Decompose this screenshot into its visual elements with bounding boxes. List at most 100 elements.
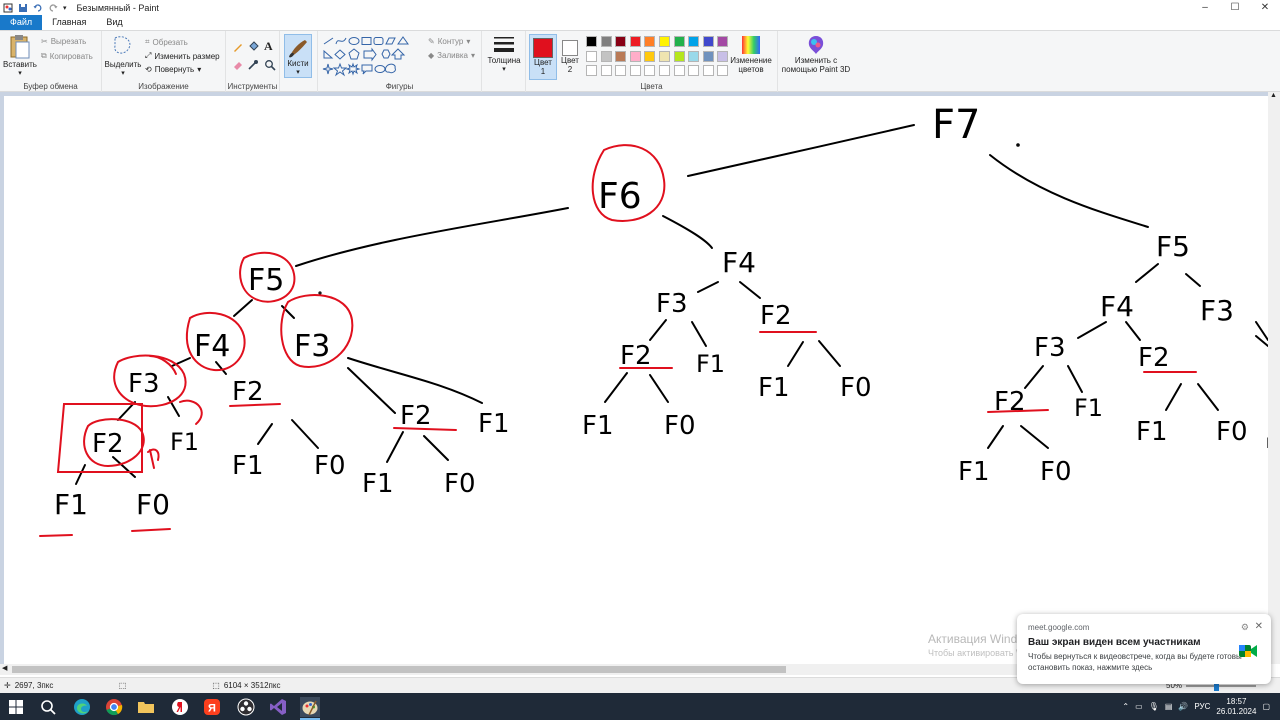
redo-icon[interactable] — [48, 3, 58, 13]
horizontal-scroll-thumb[interactable] — [12, 666, 786, 673]
visual-studio-icon[interactable] — [268, 697, 288, 717]
size-label: Толщина — [487, 56, 521, 65]
palette-swatch-empty[interactable] — [659, 65, 670, 77]
tab-home[interactable]: Главная — [42, 15, 96, 30]
color2-button[interactable]: Цвет 2 — [559, 34, 581, 74]
palette-swatch[interactable] — [629, 36, 641, 47]
palette-swatch[interactable] — [586, 36, 597, 47]
palette-swatch[interactable] — [644, 36, 656, 47]
palette-swatch-empty[interactable] — [702, 65, 714, 77]
select-button[interactable]: Выделить ▾ — [105, 34, 141, 78]
magnifier-icon[interactable] — [264, 59, 276, 71]
microphone-icon[interactable]: 🎙 — [1149, 702, 1159, 711]
screen-share-toast[interactable]: meet.google.com ⚙ ✕ Ваш экран виден всем… — [1017, 614, 1271, 684]
tools-group-label: Инструменты — [227, 82, 278, 91]
yandex-browser-icon[interactable] — [170, 697, 190, 717]
palette-swatch[interactable] — [702, 50, 714, 62]
maximize-button[interactable]: ☐ — [1220, 0, 1250, 15]
cut-button[interactable]: ✂ Вырезать — [41, 37, 86, 46]
palette-swatch[interactable] — [673, 50, 685, 62]
scroll-up-icon[interactable]: ▲ — [1270, 92, 1277, 99]
select-chevron-icon: ▾ — [121, 70, 125, 77]
window-controls: – ☐ ✕ — [1190, 0, 1280, 15]
toast-settings-icon[interactable]: ⚙ — [1241, 622, 1249, 633]
paste-button[interactable]: Вставить ▾ — [3, 34, 37, 78]
palette-swatch-empty[interactable] — [586, 65, 597, 77]
palette-swatch[interactable] — [644, 50, 656, 62]
windows-start-icon[interactable] — [6, 697, 26, 717]
palette-swatch-empty[interactable] — [629, 65, 641, 77]
notifications-icon[interactable]: ▢ — [1262, 702, 1270, 711]
chrome-icon[interactable] — [104, 697, 124, 717]
palette-swatch[interactable] — [659, 50, 670, 62]
obs-icon[interactable] — [236, 697, 256, 717]
vertical-scrollbar[interactable]: ▲ — [1268, 92, 1280, 664]
search-icon[interactable] — [38, 697, 58, 717]
edge-browser-icon[interactable] — [72, 697, 92, 717]
palette-swatch[interactable] — [717, 50, 729, 62]
brushes-button[interactable]: Кисти ▾ — [284, 34, 312, 78]
volume-icon[interactable]: 🔊 — [1178, 702, 1188, 711]
color-picker-icon[interactable] — [247, 59, 259, 71]
undo-icon[interactable] — [33, 3, 43, 13]
crop-button[interactable]: ⌗ Обрезать — [145, 37, 188, 47]
label-f0-e: F0 — [840, 373, 872, 403]
file-explorer-icon[interactable] — [136, 697, 156, 717]
color1-button[interactable]: Цвет 1 — [529, 34, 557, 80]
palette-swatch[interactable] — [629, 50, 641, 62]
resize-button[interactable]: ⤢ Изменить размер — [145, 51, 220, 61]
zoom-slider[interactable] — [1186, 681, 1256, 691]
clock[interactable]: 18:57 26.01.2024 — [1216, 697, 1256, 717]
scroll-left-icon[interactable]: ◀ — [2, 664, 7, 672]
palette-swatch[interactable] — [615, 36, 627, 47]
palette-swatch[interactable] — [688, 50, 700, 62]
palette-swatch-empty[interactable] — [615, 65, 627, 77]
palette-swatch[interactable] — [600, 50, 612, 62]
pencil-icon[interactable] — [232, 41, 244, 53]
network-icon[interactable]: ▤ — [1165, 702, 1173, 711]
text-tool-icon[interactable]: A — [264, 39, 273, 54]
outline-button[interactable]: ✎ Контур ▾ — [428, 37, 470, 46]
palette-swatch[interactable] — [586, 50, 597, 62]
size-button[interactable]: Толщина ▾ — [486, 34, 522, 74]
palette-swatch-empty[interactable] — [600, 65, 612, 77]
palette-swatch[interactable] — [688, 36, 700, 47]
shapes-gallery[interactable] — [322, 36, 422, 78]
label-f1-h: F1 — [758, 373, 790, 403]
copy-button[interactable]: ⧉ Копировать — [41, 51, 93, 61]
qa-customize-chevron-icon[interactable]: ▾ — [63, 4, 67, 12]
tab-file[interactable]: Файл — [0, 15, 43, 30]
tab-view[interactable]: Вид — [96, 15, 132, 30]
palette-swatch[interactable] — [673, 36, 685, 47]
tray-chevron-up-icon[interactable]: ⌃ — [1122, 702, 1129, 711]
battery-icon[interactable]: ▭ — [1135, 702, 1143, 711]
fill-button[interactable]: ◆ Заливка ▾ — [428, 51, 475, 60]
palette-swatch[interactable] — [600, 36, 612, 47]
palette-swatch[interactable] — [659, 36, 670, 47]
close-button[interactable]: ✕ — [1250, 0, 1280, 15]
rotate-icon: ⟲ — [145, 65, 152, 74]
edit-colors-button[interactable]: Изменение цветов — [728, 34, 774, 74]
rotate-button[interactable]: ⟲ Повернуть ▾ — [145, 65, 201, 74]
language-indicator[interactable]: РУС — [1194, 702, 1210, 711]
palette-swatch[interactable] — [615, 50, 627, 62]
palette-swatch-empty[interactable] — [644, 65, 656, 77]
size-chevron-icon: ▾ — [502, 66, 506, 73]
paint3d-button[interactable]: Изменить с помощью Paint 3D — [780, 34, 852, 74]
eraser-icon[interactable] — [232, 59, 244, 71]
palette-swatch[interactable] — [702, 36, 714, 47]
palette-swatch-empty[interactable] — [688, 65, 700, 77]
yandex-app-icon[interactable]: Я — [202, 697, 222, 717]
fill-bucket-icon[interactable] — [247, 41, 259, 53]
toast-close-icon[interactable]: ✕ — [1255, 621, 1263, 632]
minimize-button[interactable]: – — [1190, 0, 1220, 15]
save-icon[interactable] — [18, 3, 28, 13]
palette-swatch-empty[interactable] — [717, 65, 729, 77]
palette-swatch[interactable] — [717, 36, 729, 47]
paint-taskbar-icon[interactable] — [300, 697, 320, 717]
drawing-canvas[interactable]: F7 F6 F5 F5 F4 F4 F4 F3 F3 F3 F3 F3 F2 F… — [4, 96, 1280, 668]
colors-group-label: Цвета — [640, 82, 663, 91]
label-f4-right: F4 — [1100, 290, 1134, 323]
palette-swatch-empty[interactable] — [673, 65, 685, 77]
canvas-size-icon: ⬚ — [212, 681, 220, 690]
